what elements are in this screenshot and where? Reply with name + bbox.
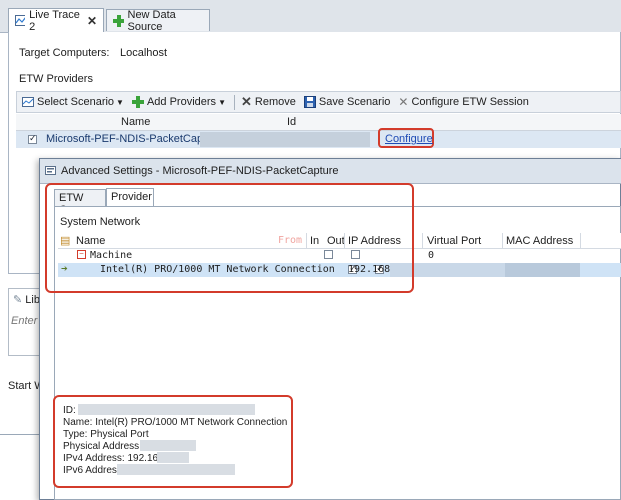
column-divider bbox=[422, 233, 423, 248]
remove-icon: ✕ bbox=[240, 94, 252, 109]
scenario-icon bbox=[22, 97, 34, 107]
target-computers-value[interactable]: Localhost bbox=[120, 47, 167, 59]
configure-etw-session-label: Configure ETW Session bbox=[411, 96, 529, 108]
tab-new-data-source[interactable]: New Data Source bbox=[106, 8, 210, 33]
provider-enabled-checkbox[interactable] bbox=[28, 133, 37, 144]
column-id-header[interactable]: Id bbox=[287, 116, 296, 128]
tab-label: New Data Source bbox=[127, 8, 176, 33]
column-divider bbox=[580, 233, 581, 248]
save-scenario-label: Save Scenario bbox=[318, 96, 391, 108]
tab-label: Live Trace 2 bbox=[29, 8, 80, 33]
toolbar-separator bbox=[233, 94, 235, 110]
dialog-title: Advanced Settings - Microsoft-PEF-NDIS-P… bbox=[61, 165, 339, 177]
remove-label: Remove bbox=[254, 96, 296, 108]
add-icon bbox=[113, 14, 124, 27]
select-scenario-label: Select Scenario bbox=[37, 96, 115, 108]
column-virtual-port-header[interactable]: Virtual Port bbox=[427, 235, 481, 247]
configure-etw-session-button[interactable]: ✕ Configure ETW Session bbox=[398, 95, 528, 109]
provider-name: Microsoft-PEF-NDIS-PacketCapture bbox=[46, 133, 223, 145]
add-providers-label: Add Providers bbox=[146, 96, 217, 108]
chevron-down-icon: ▼ bbox=[116, 97, 124, 107]
trace-icon bbox=[15, 15, 26, 26]
column-name-header[interactable]: Name bbox=[121, 116, 150, 128]
add-providers-button[interactable]: Add Providers ▼ bbox=[131, 96, 226, 108]
settings-icon bbox=[45, 166, 56, 175]
save-icon bbox=[303, 96, 316, 108]
divider bbox=[0, 434, 40, 435]
mac-redacted bbox=[505, 263, 580, 277]
target-computers-label: Target Computers: bbox=[19, 47, 110, 59]
select-scenario-button[interactable]: Select Scenario ▼ bbox=[22, 96, 124, 108]
remove-button[interactable]: ✕ Remove bbox=[241, 94, 296, 110]
save-scenario-button[interactable]: Save Scenario bbox=[303, 96, 391, 108]
configure-link[interactable]: Configure bbox=[385, 133, 433, 145]
chevron-down-icon: ▼ bbox=[218, 97, 226, 107]
details-highlight bbox=[53, 395, 293, 488]
library-icon: ✎ bbox=[13, 294, 23, 306]
library-label-text: Lib bbox=[25, 294, 40, 306]
tools-icon: ✕ bbox=[398, 95, 409, 109]
providers-toolbar: Select Scenario ▼ Add Providers ▼ ✕ Remove… bbox=[16, 91, 621, 113]
add-icon bbox=[131, 96, 144, 108]
column-mac-address-header[interactable]: MAC Address bbox=[506, 235, 573, 247]
etw-providers-label: ETW Providers bbox=[19, 73, 93, 85]
column-divider bbox=[502, 233, 503, 248]
tab-live-trace-2[interactable]: Live Trace 2 ✕ bbox=[8, 8, 104, 33]
virtual-port-value: 0 bbox=[428, 250, 435, 261]
providers-grid-header bbox=[16, 114, 621, 131]
library-label: ✎ Lib bbox=[13, 293, 40, 306]
provider-highlight bbox=[45, 183, 414, 293]
close-icon[interactable]: ✕ bbox=[87, 14, 97, 28]
provider-id-redacted bbox=[200, 132, 370, 147]
